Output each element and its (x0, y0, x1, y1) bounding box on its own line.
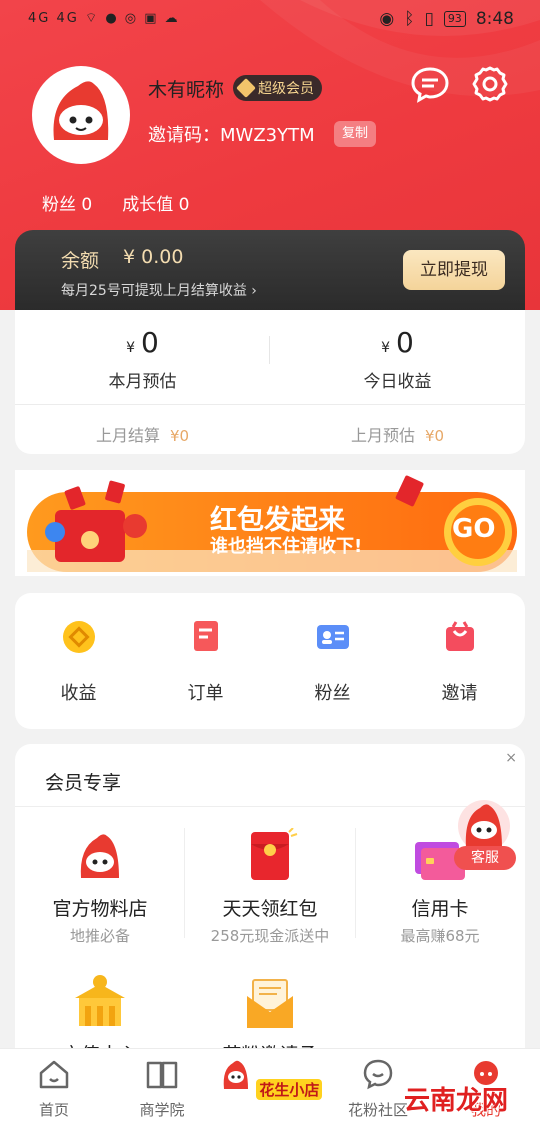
customer-service-float[interactable]: 客服 (448, 796, 520, 874)
growth-value: 0 (178, 195, 190, 215)
quick-action-orders[interactable]: 订单 (142, 617, 269, 705)
item-name: 官方物料店 (52, 898, 148, 920)
quick-action-label: 粉丝 (314, 683, 351, 704)
tab-label: 商学院 (139, 1101, 185, 1119)
last-settle-value: ¥0 (169, 427, 190, 445)
growth-stat[interactable]: 成长值 0 (122, 190, 189, 215)
clock: 8:48 (475, 9, 514, 29)
withdraw-tip[interactable]: 每月25号可提现上月结算收益 › (61, 280, 257, 300)
item-desc: 地推必备 (69, 927, 130, 945)
envelope-icon (247, 979, 293, 1028)
official-store-item[interactable]: 官方物料店 地推必备 (15, 828, 185, 946)
month-estimate[interactable]: ¥0 本月预估 (15, 326, 270, 392)
settings-gear-icon[interactable] (470, 64, 510, 104)
balance-card: 余额 ¥ 0.00 每月25号可提现上月结算收益 › 立即提现 (15, 230, 525, 310)
balance-amount: ¥ 0.00 (123, 246, 184, 268)
red-packet-banner[interactable]: 红包发起来 谁也挡不住请收下! GO (15, 470, 525, 576)
mascot-icon (223, 1060, 248, 1089)
signal-indicator: 4G 4G ⌔ ● ◎ ▣ ☁ (28, 10, 180, 26)
go-button[interactable]: GO (452, 514, 495, 544)
tab-home[interactable]: 首页 (0, 1057, 108, 1120)
banner-subline: 谁也挡不住请收下! (210, 536, 363, 557)
divider (15, 404, 525, 405)
fans-value: 0 (81, 195, 93, 215)
id-card-icon (316, 625, 349, 649)
growth-label: 成长值 (122, 195, 174, 215)
mascot-icon (458, 800, 510, 852)
invite-label: 邀请码： (148, 125, 220, 146)
close-icon[interactable]: × (505, 750, 517, 766)
last-month-estimate: 上月预估 ¥0 (270, 422, 525, 446)
month-estimate-label: 本月预估 (108, 372, 177, 392)
chevron-right-icon: › (251, 283, 257, 299)
quick-action-invite[interactable]: 邀请 (396, 617, 523, 705)
vip-badge-label: 超级会员 (258, 81, 314, 97)
item-desc: 258元现金派送中 (210, 927, 330, 945)
currency-symbol: ¥ (381, 340, 391, 356)
status-bar: 4G 4G ⌔ ● ◎ ▣ ☁ ◉ ᛒ ▯ 93 8:48 (0, 0, 540, 40)
last-estimate-label: 上月预估 (350, 426, 415, 445)
red-packet-icon (251, 827, 298, 880)
mascot-avatar-icon (53, 81, 109, 140)
tab-label: 首页 (38, 1101, 69, 1119)
tab-academy[interactable]: 商学院 (108, 1057, 216, 1120)
order-icon (193, 621, 218, 651)
eye-icon: ◉ (379, 9, 395, 29)
fans-stat[interactable]: 粉丝 0 (42, 190, 92, 215)
message-icon[interactable] (410, 64, 450, 104)
vip-badge: 超级会员 (233, 75, 322, 101)
copy-button[interactable]: 复制 (334, 121, 377, 147)
item-name: 天天领红包 (222, 898, 318, 920)
recharge-building-icon (75, 975, 125, 1026)
quick-action-label: 收益 (60, 683, 97, 704)
invite-code: MWZ3YTM (220, 125, 315, 146)
withdraw-button[interactable]: 立即提现 (403, 250, 505, 290)
profile-stats: 粉丝 0 成长值 0 (42, 190, 189, 215)
invite-code-row: 邀请码：MWZ3YTM (148, 121, 315, 147)
status-right: ◉ ᛒ ▯ 93 8:48 (379, 9, 514, 29)
nickname: 木有昵称 (148, 79, 225, 101)
book-icon (146, 1061, 178, 1089)
gift-icon (445, 621, 474, 651)
quick-action-label: 邀请 (441, 683, 478, 704)
balance-label: 余额 (61, 250, 100, 272)
today-earnings[interactable]: ¥0 今日收益 (270, 326, 525, 392)
customer-service-label: 客服 (454, 846, 516, 870)
quick-action-fans[interactable]: 粉丝 (269, 617, 396, 705)
watermark-logo: 云南龙网 (404, 1086, 509, 1116)
earnings-card: ¥0 本月预估 ¥0 今日收益 上月结算 ¥0 上月预估 ¥0 (15, 310, 525, 454)
last-settle-label: 上月结算 (95, 426, 160, 445)
mascot-icon (80, 834, 119, 878)
last-estimate-value: ¥0 (424, 427, 445, 445)
chat-bubble-icon (363, 1059, 393, 1090)
vibrate-icon: ▯ (424, 9, 434, 29)
quick-action-label: 订单 (187, 683, 224, 704)
today-earnings-value: 0 (396, 326, 414, 359)
network-label: 4G 4G (28, 11, 79, 26)
battery-icon: 93 (443, 11, 466, 27)
member-exclusive-panel: 会员专享 × 官方物料店 地推必备 天天领红包 258元现金派送中 信用卡 最高… (15, 744, 525, 1074)
diamond-icon (236, 78, 256, 98)
daily-red-packet-item[interactable]: 天天领红包 258元现金派送中 (185, 827, 355, 946)
currency-symbol: ¥ (126, 340, 136, 356)
month-estimate-value: 0 (141, 326, 159, 359)
tab-shop[interactable]: 花生小店 (216, 1057, 324, 1100)
quick-action-earnings[interactable]: 收益 (15, 617, 142, 705)
item-name: 信用卡 (411, 898, 469, 920)
wifi-icon: ⌔ ● ◎ ▣ ☁ (84, 11, 180, 26)
avatar[interactable] (32, 66, 130, 164)
coin-icon (62, 621, 95, 653)
today-earnings-label: 今日收益 (363, 372, 432, 392)
withdraw-tip-text: 每月25号可提现上月结算收益 (61, 283, 247, 299)
quick-actions: 收益 订单 粉丝 邀请 (15, 593, 525, 729)
bluetooth-icon: ᛒ (404, 9, 415, 29)
home-icon (39, 1060, 69, 1089)
item-desc: 最高赚68元 (400, 927, 480, 945)
last-month-settled: 上月结算 ¥0 (15, 422, 270, 446)
section-title: 会员专享 (45, 772, 122, 794)
tab-label: 花生小店 (256, 1079, 323, 1100)
fans-label: 粉丝 (42, 195, 76, 215)
